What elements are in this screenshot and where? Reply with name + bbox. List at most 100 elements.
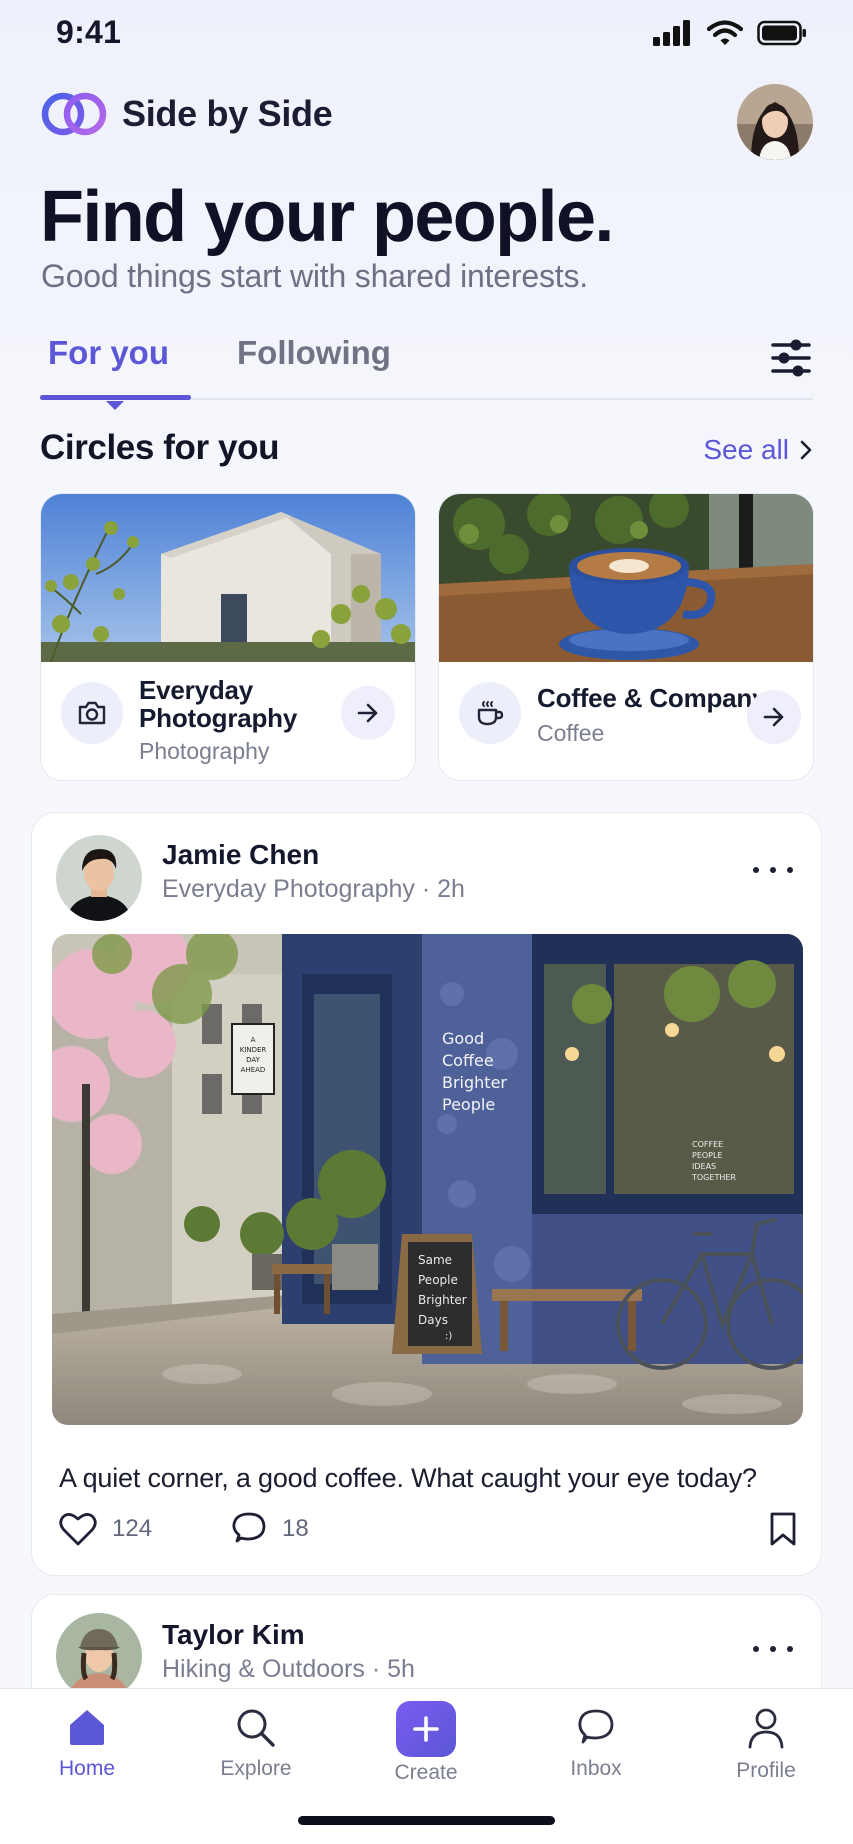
- see-all-label: See all: [703, 434, 789, 465]
- circle-card-body: Everyday Photography Photography: [41, 662, 415, 780]
- wall-sign-line: Brighter: [442, 1073, 507, 1092]
- nav-label: Explore: [220, 1757, 292, 1780]
- nav-home[interactable]: Home: [27, 1707, 147, 1781]
- post-card: Jamie Chen Everyday Photography · 2h A K…: [31, 812, 822, 1576]
- tab-for-you[interactable]: For you: [48, 334, 169, 372]
- like-button[interactable]: 124: [58, 1511, 152, 1547]
- app-name: Side by Side: [122, 93, 333, 134]
- more-dots-icon: [753, 867, 759, 873]
- wall-sign-line: Good: [442, 1029, 484, 1048]
- post-author-name[interactable]: Taylor Kim: [162, 1619, 305, 1651]
- post-caption: A quiet corner, a good coffee. What caug…: [59, 1463, 757, 1493]
- circle-name: Coffee & Company: [537, 683, 767, 713]
- nav-label: Profile: [736, 1759, 796, 1782]
- post-image[interactable]: A KINDER DAY AHEAD Good Coffee Brighter …: [52, 934, 803, 1425]
- wall-sign-line: People: [442, 1095, 495, 1114]
- page-title: Find your people.: [40, 177, 614, 257]
- window-sign-line: PEOPLE: [692, 1151, 723, 1160]
- arrow-right-icon: [763, 707, 784, 727]
- see-all-link[interactable]: See all: [703, 434, 813, 466]
- window-sign-line: TOGETHER: [691, 1173, 736, 1182]
- circle-card-coffee-company[interactable]: Coffee & Company Coffee: [438, 493, 814, 781]
- filter-button[interactable]: [769, 336, 813, 380]
- coffee-cup-icon: [477, 701, 504, 726]
- street-sign-line: DAY: [246, 1056, 261, 1064]
- comment-count: 18: [282, 1515, 309, 1542]
- sliders-icon: [771, 339, 811, 377]
- comment-bubble-icon: [232, 1512, 266, 1543]
- post-actions: 124 18: [58, 1511, 798, 1555]
- heart-icon: [59, 1513, 97, 1546]
- author-avatar-photo: [56, 1613, 142, 1699]
- coffee-cup-icon-badge: [459, 682, 521, 744]
- wifi-icon: [707, 20, 743, 45]
- chalkboard-line: People: [418, 1273, 458, 1287]
- more-dot: [787, 1646, 793, 1652]
- cellular-signal-icon: [653, 20, 690, 46]
- plus-icon: [413, 1716, 439, 1742]
- battery-icon: [757, 20, 806, 46]
- nav-label: Inbox: [570, 1757, 622, 1780]
- chalkboard-line: :): [445, 1331, 452, 1342]
- search-icon: [237, 1709, 275, 1747]
- chalkboard-line: Brighter: [418, 1293, 467, 1307]
- circles-section-title: Circles for you: [40, 428, 280, 467]
- circle-category: Coffee: [537, 720, 605, 746]
- wall-sign-line: Coffee: [442, 1051, 494, 1070]
- street-sign-line: KINDER: [240, 1046, 267, 1054]
- person-icon: [748, 1708, 784, 1749]
- post-more-button[interactable]: [753, 1637, 793, 1661]
- comment-button[interactable]: 18: [230, 1511, 309, 1547]
- post-author-avatar[interactable]: [56, 835, 142, 921]
- window-sign-line: IDEAS: [692, 1162, 716, 1171]
- app-logo-icon: [41, 92, 107, 136]
- create-button: [396, 1701, 456, 1757]
- feed-tabs: For you Following: [40, 330, 813, 410]
- user-avatar[interactable]: [737, 84, 813, 160]
- more-dot: [787, 867, 793, 873]
- tab-following[interactable]: Following: [237, 334, 391, 372]
- more-dot: [770, 1646, 776, 1652]
- circle-name-line1: Everyday: [139, 675, 254, 705]
- home-icon: [70, 1710, 104, 1745]
- chalkboard-line: Days: [418, 1313, 448, 1327]
- circle-card-body: Coffee & Company Coffee: [439, 662, 813, 780]
- open-circle-button[interactable]: [341, 686, 395, 740]
- like-count: 124: [112, 1515, 153, 1542]
- active-tab-caret: [106, 401, 124, 410]
- active-tab-indicator: [40, 395, 191, 400]
- post-author-avatar[interactable]: [56, 1613, 142, 1699]
- post-meta: Hiking & Outdoors · 5h: [162, 1655, 415, 1683]
- post-author-name[interactable]: Jamie Chen: [162, 839, 319, 871]
- post-more-button[interactable]: [753, 858, 793, 882]
- arrow-right-icon: [357, 703, 378, 723]
- chevron-right-icon: [800, 440, 812, 460]
- chat-icon: [578, 1709, 614, 1744]
- author-avatar-photo: [56, 835, 142, 921]
- camera-icon-badge: [61, 682, 123, 744]
- nav-inbox[interactable]: Inbox: [536, 1707, 656, 1781]
- street-sign-line: AHEAD: [241, 1066, 266, 1074]
- status-time: 9:41: [56, 14, 122, 50]
- app-brand: Side by Side: [40, 88, 333, 140]
- open-circle-button[interactable]: [747, 690, 801, 744]
- more-dot: [770, 867, 776, 873]
- nav-explore[interactable]: Explore: [196, 1707, 316, 1781]
- home-indicator: [298, 1816, 555, 1825]
- more-dots-icon: [753, 1646, 759, 1652]
- bookmark-icon: [770, 1512, 796, 1546]
- circle-category: Photography: [139, 738, 270, 764]
- nav-label: Create: [394, 1761, 458, 1784]
- circle-cover-image: [41, 494, 415, 662]
- page-subtitle: Good things start with shared interests.: [41, 258, 588, 294]
- post-meta: Everyday Photography · 2h: [162, 875, 465, 903]
- circle-card-everyday-photography[interactable]: Everyday Photography Photography: [40, 493, 416, 781]
- nav-profile[interactable]: Profile: [706, 1707, 826, 1783]
- bookmark-button[interactable]: [768, 1511, 798, 1547]
- user-avatar-photo: [737, 84, 813, 160]
- nav-create[interactable]: Create: [366, 1701, 486, 1785]
- camera-icon: [78, 701, 106, 725]
- circle-cover-image: [439, 494, 813, 662]
- status-icons: [653, 20, 807, 46]
- nav-label: Home: [58, 1757, 116, 1780]
